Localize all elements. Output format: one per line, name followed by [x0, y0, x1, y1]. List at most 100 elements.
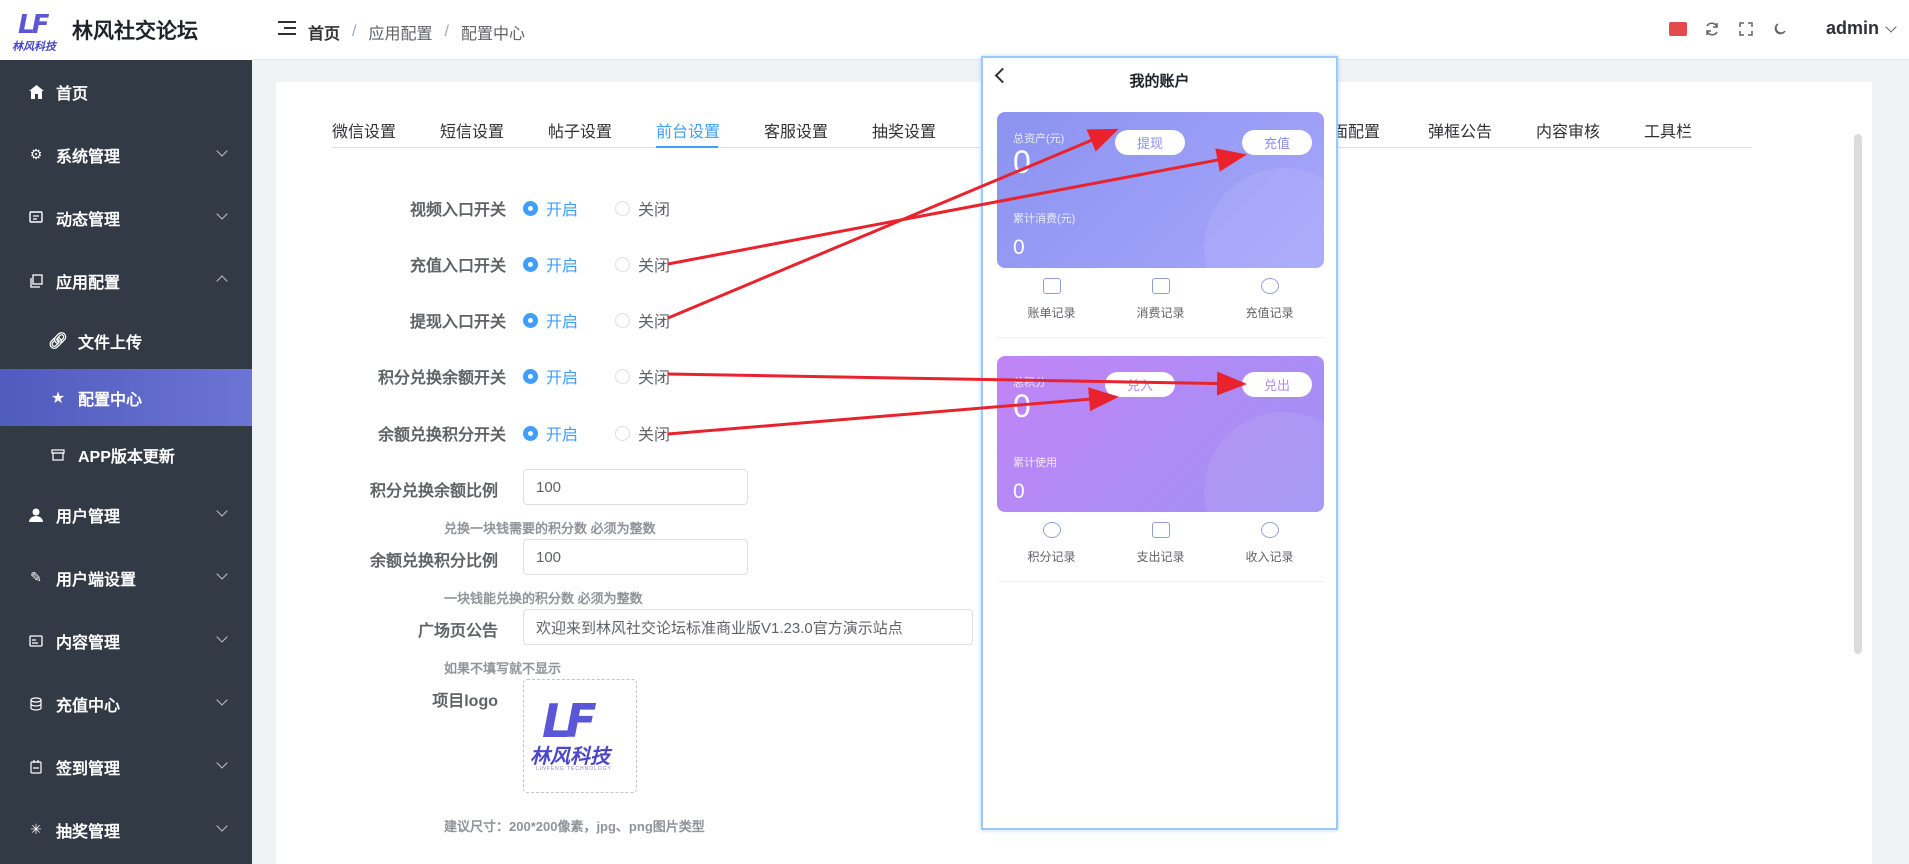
archive-icon [50, 448, 66, 461]
tab-frontend[interactable]: 前台设置 [656, 118, 720, 142]
tab-sms[interactable]: 短信设置 [440, 118, 504, 142]
notice-input[interactable]: 欢迎来到林风社交论坛标准商业版V1.23.0官方演示站点 [523, 609, 973, 645]
logo-upload[interactable]: LF 林风科技 LINFENG TECHNOLOGY [523, 679, 637, 793]
chevron-down-icon [216, 568, 228, 580]
exchange-in-button[interactable]: 兑入 [1105, 372, 1175, 397]
tab-lottery[interactable]: 抽奖设置 [872, 118, 936, 142]
sidebar-item-users[interactable]: 用户管理 [0, 483, 252, 546]
copy-icon [28, 273, 44, 289]
user-icon [28, 507, 44, 523]
income-records-link[interactable]: 收入记录 [1215, 512, 1324, 581]
recharge-button[interactable]: 充值 [1242, 130, 1312, 155]
link-label: 收入记录 [1245, 550, 1294, 564]
logo-mark: LF [18, 10, 49, 40]
recharge-entry-on[interactable]: 开启 [523, 252, 578, 276]
tab-wechat[interactable]: 微信设置 [332, 118, 396, 142]
sidebar-item-label: 配置中心 [78, 391, 143, 409]
sparkle-icon: ✳ [30, 821, 42, 837]
active-tab-indicator [656, 146, 718, 148]
recharge-records-link[interactable]: 充值记录 [1215, 268, 1324, 337]
expense-icon [1151, 522, 1170, 538]
logo-preview-text: 林风科技 [530, 744, 610, 768]
sidebar-item-home[interactable]: 首页 [0, 60, 252, 123]
tab-page-config[interactable]: 面配置 [1332, 118, 1380, 142]
points-ratio-input[interactable]: 100 [523, 469, 748, 505]
exchange-out-button[interactable]: 兑出 [1242, 372, 1312, 397]
tab-toolbar[interactable]: 工具栏 [1644, 118, 1692, 142]
tab-posts[interactable]: 帖子设置 [548, 118, 612, 142]
withdraw-entry-on[interactable]: 开启 [523, 308, 578, 332]
withdraw-entry-off[interactable]: 关闭 [615, 308, 670, 332]
sidebar-item-recharge[interactable]: 充值中心 [0, 672, 252, 735]
logo-hint: 建议尺寸：200*200像素，jpg、png图片类型 [444, 819, 705, 834]
sidebar-item-label: APP版本更新 [78, 448, 175, 466]
chevron-down-icon [1885, 20, 1897, 33]
sidebar-item-file-upload[interactable]: 🔗︎ 文件上传 [0, 312, 252, 369]
sidebar-item-app-version[interactable]: APP版本更新 [0, 426, 252, 483]
scrollbar[interactable] [1854, 134, 1862, 654]
home-icon [28, 84, 44, 100]
breadcrumb-home[interactable]: 首页 [308, 20, 340, 44]
radio-icon [615, 256, 630, 272]
link-icon: 🔗︎ [47, 332, 69, 350]
points-records-link[interactable]: 积分记录 [997, 512, 1106, 581]
points-links: 积分记录 支出记录 收入记录 [997, 512, 1324, 582]
radio-label: 开启 [546, 202, 579, 219]
balance-to-points-off[interactable]: 关闭 [615, 421, 670, 445]
consume-records-link[interactable]: 消费记录 [1106, 268, 1215, 337]
sidebar-item-label: 用户端设置 [56, 571, 137, 589]
radio-label: 关闭 [638, 258, 671, 275]
sidebar-item-label: 动态管理 [56, 211, 121, 229]
sidebar-item-content[interactable]: 内容管理 [0, 609, 252, 672]
recharge-entry-off[interactable]: 关闭 [615, 252, 670, 276]
sidebar-item-checkin[interactable]: 签到管理 [0, 735, 252, 798]
sidebar-item-config-center[interactable]: ★ 配置中心 [0, 369, 252, 426]
total-spent-label: 累计消费(元) [1013, 213, 1076, 225]
balance-ratio-input[interactable]: 100 [523, 539, 748, 575]
top-header: LF 林风科技 林风社交论坛 首页 / 应用配置 / 配置中心 admin [0, 0, 1909, 60]
breadcrumb-app-config[interactable]: 应用配置 [368, 20, 432, 44]
tab-customer-service[interactable]: 客服设置 [764, 118, 828, 142]
menu-toggle-icon[interactable] [278, 21, 296, 37]
user-menu[interactable]: admin [1826, 18, 1897, 39]
fullscreen-icon[interactable] [1737, 20, 1755, 38]
withdraw-button[interactable]: 提现 [1115, 130, 1185, 155]
radio-icon [615, 200, 630, 216]
radio-checked-icon [523, 312, 538, 328]
sidebar-item-client-settings[interactable]: ✎ 用户端设置 [0, 546, 252, 609]
sidebar-item-system[interactable]: ⚙ 系统管理 [0, 123, 252, 186]
breadcrumb-config-center: 配置中心 [460, 26, 525, 43]
points-to-balance-on[interactable]: 开启 [523, 364, 578, 388]
sidebar-item-app-config[interactable]: 应用配置 [0, 249, 252, 312]
radio-label: 开启 [546, 370, 579, 387]
chevron-up-icon [216, 275, 228, 287]
link-label: 积分记录 [1027, 550, 1076, 564]
bill-icon [1042, 278, 1061, 294]
bill-records-link[interactable]: 账单记录 [997, 268, 1106, 337]
card-icon [28, 633, 44, 649]
video-entry-off[interactable]: 关闭 [615, 196, 670, 220]
screen-icon[interactable] [1669, 22, 1687, 36]
sidebar-item-lottery[interactable]: ✳ 抽奖管理 [0, 798, 252, 861]
moon-icon[interactable] [1771, 20, 1789, 38]
tab-content-review[interactable]: 内容审核 [1536, 118, 1600, 142]
chevron-down-icon [216, 631, 228, 643]
tab-popup-notice[interactable]: 弹框公告 [1428, 118, 1492, 142]
radio-label: 开启 [546, 314, 579, 331]
video-entry-on[interactable]: 开启 [523, 196, 578, 220]
app-title: 林风社交论坛 [72, 19, 198, 43]
expense-records-link[interactable]: 支出记录 [1106, 512, 1215, 581]
chevron-down-icon [216, 208, 228, 220]
points-ratio-hint: 兑换一块钱需要的积分数 必须为整数 [444, 521, 656, 536]
total-points-value: 0 [1013, 388, 1031, 424]
logo-area[interactable]: LF 林风科技 林风社交论坛 [0, 0, 252, 60]
balance-to-points-on[interactable]: 开启 [523, 421, 578, 445]
refresh-icon[interactable] [1703, 20, 1721, 38]
radio-label: 关闭 [638, 427, 671, 444]
radio-icon [615, 312, 630, 328]
sidebar-item-dynamic[interactable]: 动态管理 [0, 186, 252, 249]
radio-checked-icon [523, 256, 538, 272]
points-to-balance-off[interactable]: 关闭 [615, 364, 670, 388]
radio-label: 关闭 [638, 370, 671, 387]
income-icon [1260, 522, 1279, 538]
